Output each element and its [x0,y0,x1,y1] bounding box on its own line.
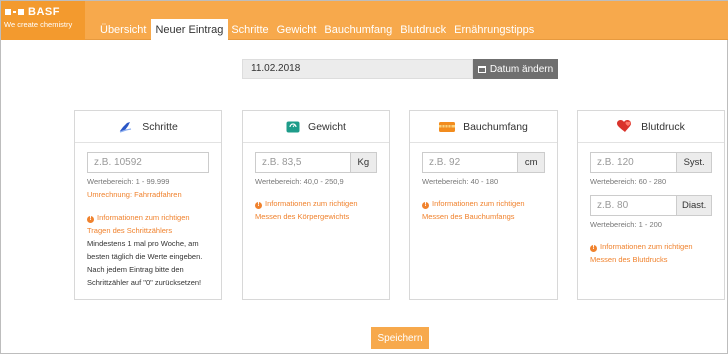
waist-range: Wertebereich: 40 - 180 [422,177,499,186]
brand-tagline: We create chemistry [4,20,73,29]
waist-input[interactable]: z.B. 92 [422,152,519,173]
brand-logo[interactable]: BASF We create chemistry [1,1,85,40]
info-icon: ! [590,245,597,252]
card-blood-pressure: Blutdruck z.B. 120 Syst. Wertebereich: 6… [577,110,725,300]
steps-input[interactable]: z.B. 10592 [87,152,209,173]
weight-range: Wertebereich: 40,0 - 250,9 [255,177,344,186]
systolic-input[interactable]: z.B. 120 [590,152,678,173]
waist-info-line1: Informationen zum richtigen [432,199,525,208]
steps-note-1: Mindestens 1 mal pro Woche, am [87,239,199,248]
diastolic-unit: Diast. [677,195,712,216]
card-waist: Bauchumfang z.B. 92 cm Wertebereich: 40 … [409,110,558,300]
card-steps: Schritte z.B. 10592 Wertebereich: 1 - 99… [74,110,222,300]
measuring-tape-icon [439,121,456,132]
shoe-icon [119,121,132,133]
steps-info-link[interactable]: ! Informationen zum richtigen [87,211,209,224]
weight-input[interactable]: z.B. 83,5 [255,152,351,173]
nav-item-neuer-eintrag[interactable]: Neuer Eintrag [151,19,229,40]
diastolic-range: Wertebereich: 1 - 200 [590,220,662,229]
info-icon: ! [87,216,94,223]
systolic-unit: Syst. [677,152,712,173]
calendar-icon [477,65,486,73]
weight-unit: Kg [350,152,377,173]
change-date-label: Datum ändern [489,63,554,75]
diastolic-input[interactable]: z.B. 80 [590,195,678,216]
steps-info-line1: Informationen zum richtigen [97,213,190,222]
steps-note-2: besten täglich die Werte eingeben. [87,252,203,261]
waist-info-link-line2[interactable]: Messen des Bauchumfangs [422,210,545,223]
card-weight-title: Gewicht [308,120,346,133]
nav-item-blutdruck[interactable]: Blutdruck [397,19,451,40]
basf-logo: BASF [5,6,60,18]
heart-icon [617,120,632,132]
steps-range: Wertebereich: 1 - 99.999 [87,177,170,186]
brand-name: BASF [28,6,60,18]
steps-info-link-line2[interactable]: Tragen des Schrittzählers [87,224,209,237]
nav-item-ernaehrungstipps[interactable]: Ernährungstipps [451,19,539,40]
card-weight: Gewicht z.B. 83,5 Kg Wertebereich: 40,0 … [242,110,390,300]
bp-info-link-line2[interactable]: Messen des Blutdrucks [590,253,712,266]
systolic-range: Wertebereich: 60 - 280 [590,177,667,186]
scale-icon [286,121,300,132]
card-weight-header: Gewicht [243,111,389,143]
nav-item-bauchumfang[interactable]: Bauchumfang [321,19,397,40]
header: BASF We create chemistry Übersicht Neuer… [1,1,728,40]
app-frame: BASF We create chemistry Übersicht Neuer… [0,0,728,354]
nav-item-uebersicht[interactable]: Übersicht [97,19,151,40]
info-icon: ! [422,202,429,209]
nav-item-gewicht[interactable]: Gewicht [274,19,322,40]
info-icon: ! [255,202,262,209]
card-waist-header: Bauchumfang [410,111,557,143]
waist-info-link[interactable]: ! Informationen zum richtigen [422,197,545,210]
save-button[interactable]: Speichern [371,327,429,349]
card-steps-title: Schritte [142,120,178,133]
weight-info-link-line2[interactable]: Messen des Körpergewichts [255,210,377,223]
bp-info-link[interactable]: ! Informationen zum richtigen [590,240,712,253]
steps-conversion-link[interactable]: Umrechnung: Fahrradfahren [87,188,209,201]
card-bp-title: Blutdruck [641,120,685,133]
main-nav: Übersicht Neuer Eintrag Schritte Gewicht… [97,19,539,40]
steps-note-3: Nach jedem Eintrag bitte den [87,265,184,274]
bp-info-line1: Informationen zum richtigen [600,242,693,251]
change-date-button[interactable]: Datum ändern [473,59,558,79]
card-steps-header: Schritte [75,111,221,143]
date-input[interactable]: 11.02.2018 [242,59,473,79]
card-waist-title: Bauchumfang [463,120,528,133]
waist-unit: cm [518,152,545,173]
weight-info-link[interactable]: ! Informationen zum richtigen [255,197,377,210]
card-bp-header: Blutdruck [578,111,724,143]
weight-info-line1: Informationen zum richtigen [265,199,358,208]
steps-note-4: Schrittzähler auf "0" zurücksetzen! [87,278,202,287]
nav-item-schritte[interactable]: Schritte [228,19,273,40]
